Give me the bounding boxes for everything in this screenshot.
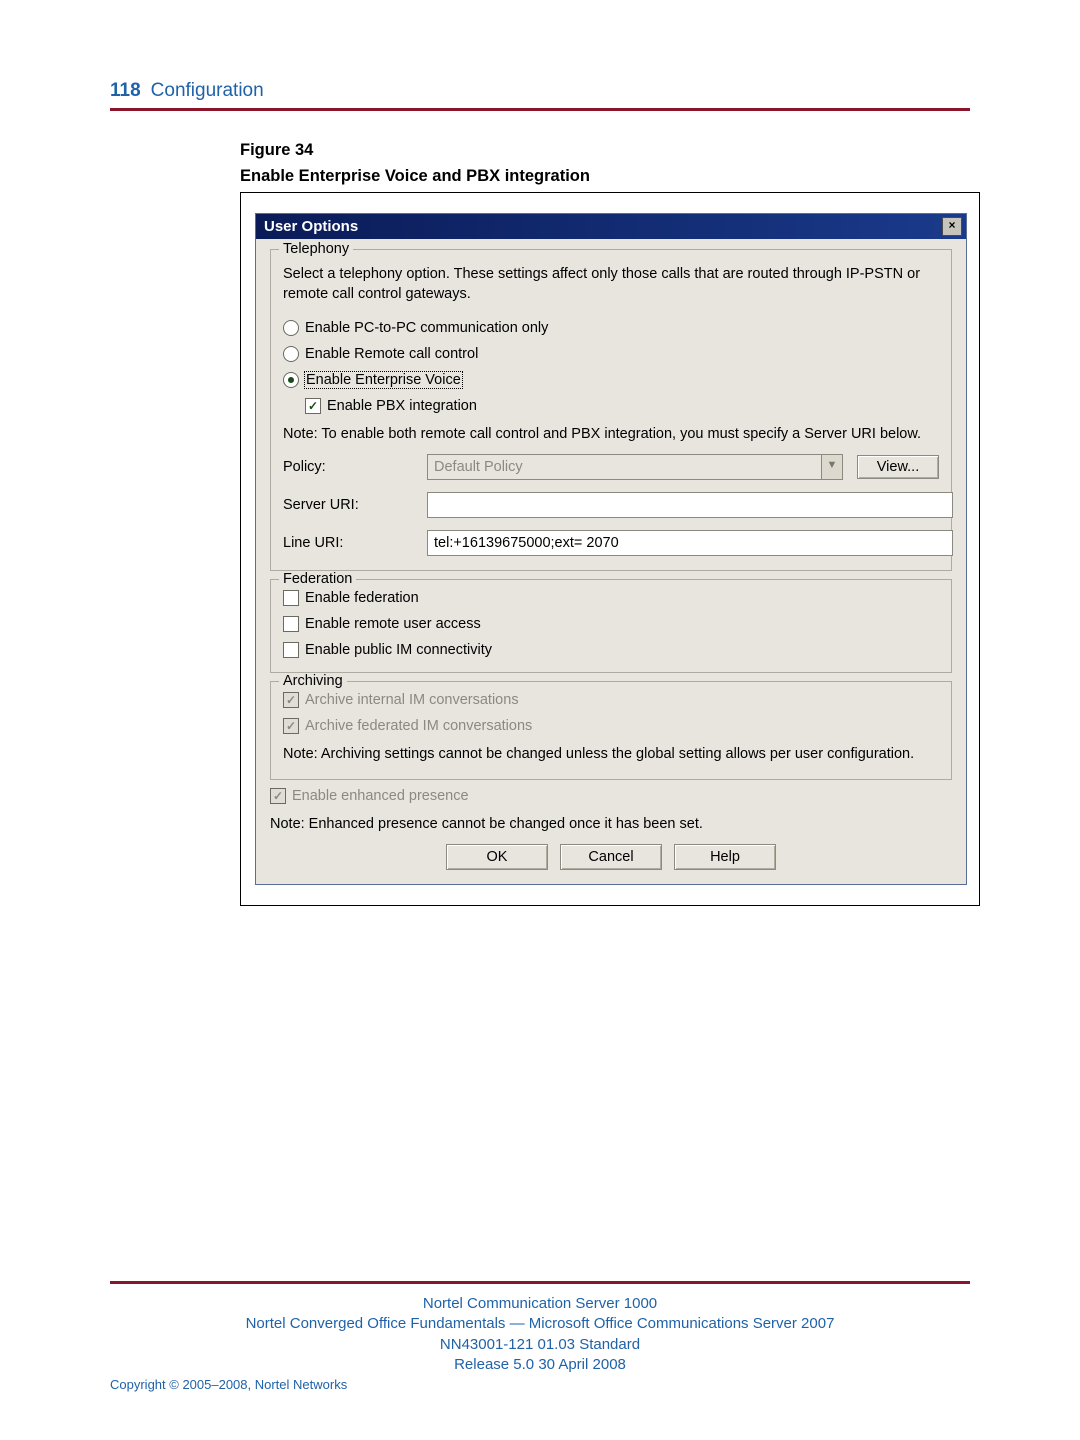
archiving-group: Archiving Archive internal IM conversati…: [270, 681, 952, 779]
check-label: Enable federation: [305, 590, 419, 606]
telephony-group: Telephony Select a telephony option. The…: [270, 249, 952, 572]
telephony-description: Select a telephony option. These setting…: [283, 264, 939, 305]
ok-button[interactable]: OK: [446, 844, 548, 870]
footer-copyright: Copyright © 2005–2008, Nortel Networks: [110, 1377, 970, 1392]
checkbox-icon: [270, 788, 286, 804]
check-label: Archive internal IM conversations: [305, 692, 519, 708]
check-archive-internal: Archive internal IM conversations: [283, 692, 939, 708]
check-pbx-integration[interactable]: Enable PBX integration: [305, 398, 939, 414]
server-uri-label: Server URI:: [283, 497, 413, 513]
policy-combo[interactable]: Default Policy ▼: [427, 454, 843, 480]
screenshot-frame: User Options × Telephony Select a teleph…: [240, 192, 980, 906]
footer-rule: [110, 1281, 970, 1284]
page-footer: Nortel Communication Server 1000 Nortel …: [0, 1281, 1080, 1392]
radio-pc-to-pc[interactable]: Enable PC-to-PC communication only: [283, 320, 939, 336]
check-label: Enable PBX integration: [327, 398, 477, 414]
server-uri-input[interactable]: [427, 492, 953, 518]
header-rule: [110, 108, 970, 111]
checkbox-icon: [283, 590, 299, 606]
chevron-down-icon: ▼: [822, 454, 843, 480]
dialog-buttons: OK Cancel Help: [270, 844, 952, 870]
cancel-button[interactable]: Cancel: [560, 844, 662, 870]
presence-note: Note: Enhanced presence cannot be change…: [270, 814, 952, 834]
check-remote-user-access[interactable]: Enable remote user access: [283, 616, 939, 632]
check-label: Enable enhanced presence: [292, 788, 469, 804]
page-number: 118: [110, 80, 141, 101]
check-enhanced-presence: Enable enhanced presence: [270, 788, 952, 804]
radio-icon: [283, 346, 299, 362]
checkbox-icon: [283, 692, 299, 708]
archiving-note: Note: Archiving settings cannot be chang…: [283, 744, 939, 764]
footer-line1: Nortel Communication Server 1000: [110, 1294, 970, 1314]
check-archive-federated: Archive federated IM conversations: [283, 718, 939, 734]
telephony-legend: Telephony: [279, 241, 353, 257]
footer-line3: NN43001-121 01.03 Standard: [110, 1335, 970, 1355]
checkbox-icon: [283, 718, 299, 734]
help-button[interactable]: Help: [674, 844, 776, 870]
close-icon[interactable]: ×: [942, 217, 962, 236]
radio-remote-call[interactable]: Enable Remote call control: [283, 346, 939, 362]
line-uri-input[interactable]: tel:+16139675000;ext= 2070: [427, 530, 953, 556]
telephony-note: Note: To enable both remote call control…: [283, 424, 939, 444]
line-uri-label: Line URI:: [283, 535, 413, 551]
checkbox-icon: [305, 398, 321, 414]
radio-label: Enable PC-to-PC communication only: [305, 320, 548, 336]
dialog-title: User Options: [264, 218, 358, 235]
federation-legend: Federation: [279, 571, 356, 587]
federation-group: Federation Enable federation Enable remo…: [270, 579, 952, 673]
view-button[interactable]: View...: [857, 455, 939, 479]
check-public-im[interactable]: Enable public IM connectivity: [283, 642, 939, 658]
user-options-dialog: User Options × Telephony Select a teleph…: [255, 213, 967, 885]
section-title: Configuration: [151, 80, 264, 101]
archiving-legend: Archiving: [279, 673, 347, 689]
dialog-titlebar: User Options ×: [256, 214, 966, 239]
radio-label: Enable Enterprise Voice: [305, 372, 462, 388]
page-header: 118 Configuration: [110, 80, 970, 102]
radio-icon: [283, 320, 299, 336]
footer-line2: Nortel Converged Office Fundamentals — M…: [110, 1314, 970, 1334]
radio-icon: [283, 372, 299, 388]
check-enable-federation[interactable]: Enable federation: [283, 590, 939, 606]
figure-title: Enable Enterprise Voice and PBX integrat…: [240, 165, 970, 187]
check-label: Archive federated IM conversations: [305, 718, 532, 734]
figure-label: Figure 34: [240, 139, 970, 161]
policy-value: Default Policy: [427, 454, 822, 480]
check-label: Enable public IM connectivity: [305, 642, 492, 658]
checkbox-icon: [283, 642, 299, 658]
policy-label: Policy:: [283, 459, 413, 475]
check-label: Enable remote user access: [305, 616, 481, 632]
footer-line4: Release 5.0 30 April 2008: [110, 1355, 970, 1375]
radio-label: Enable Remote call control: [305, 346, 478, 362]
radio-enterprise-voice[interactable]: Enable Enterprise Voice: [283, 372, 939, 388]
checkbox-icon: [283, 616, 299, 632]
